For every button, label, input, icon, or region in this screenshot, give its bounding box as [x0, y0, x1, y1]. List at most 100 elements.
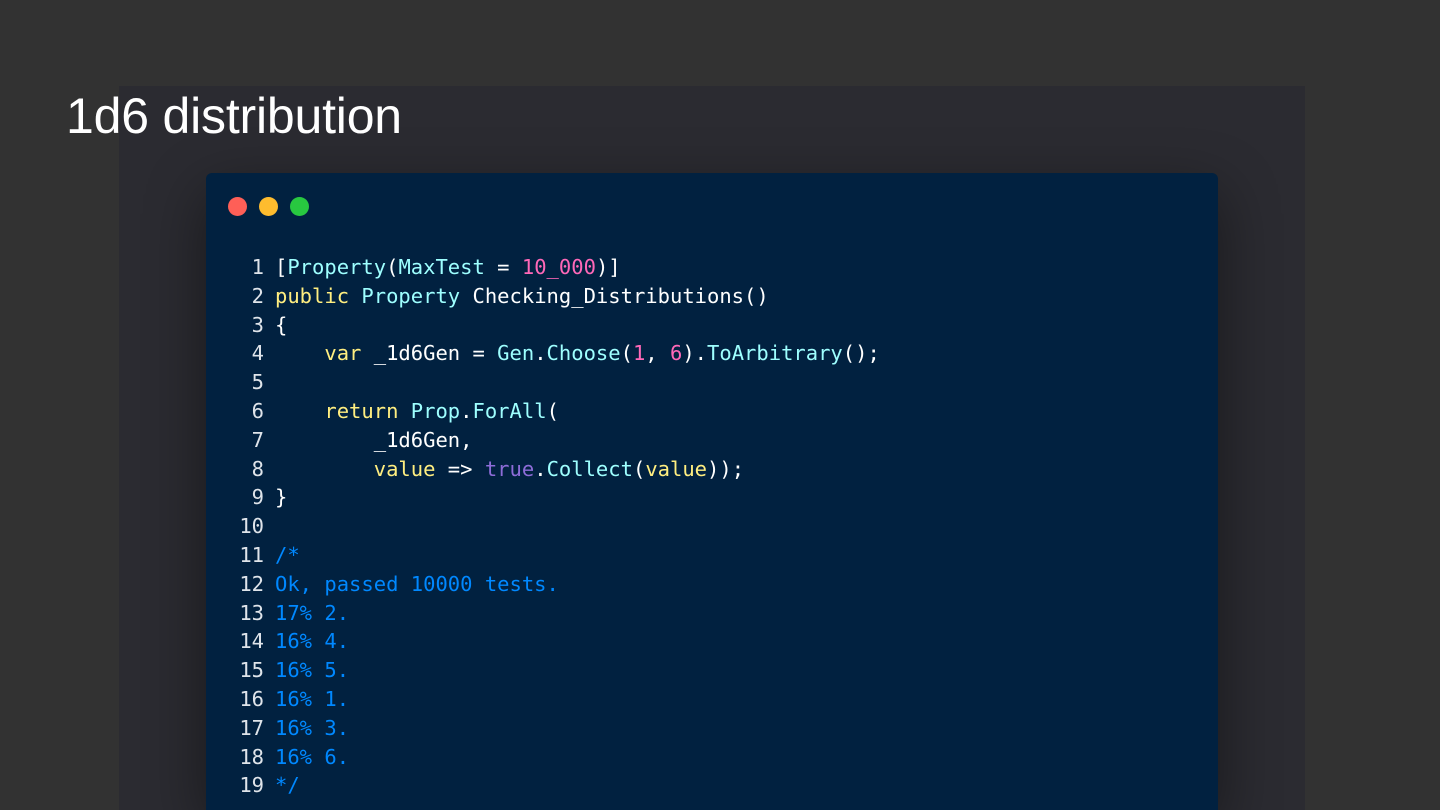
code-token: )); [707, 456, 745, 481]
code-token: true [484, 456, 535, 481]
code-line: 12 Ok, passed 10000 tests. [206, 570, 1218, 599]
code-token: . [534, 456, 547, 481]
code-token: 16% 5. [275, 658, 350, 683]
code-token: . [460, 398, 473, 423]
code-line: 4 var _1d6Gen = Gen.Choose(1, 6).ToArbit… [206, 339, 1218, 368]
code-text: /* [275, 541, 300, 570]
code-token: ForAll [472, 398, 547, 423]
close-dot-icon[interactable] [228, 197, 247, 216]
code-token: 16% 1. [275, 686, 350, 711]
code-text: [Property(MaxTest = 10_000)] [275, 253, 621, 282]
code-line: 8 value => true.Collect(value)); [206, 455, 1218, 484]
line-number: 5 [251, 370, 264, 395]
code-text: var _1d6Gen = Gen.Choose(1, 6).ToArbitra… [275, 339, 879, 368]
line-number: 8 [251, 456, 264, 481]
code-line: 17 16% 3. [206, 714, 1218, 743]
code-token: ToArbitrary [707, 341, 843, 366]
code-text: public Property Checking_Distributions() [275, 282, 769, 311]
code-token: var [324, 341, 362, 366]
code-token: )] [595, 255, 621, 279]
code-token: Ok, passed 10000 tests. [275, 571, 559, 596]
code-token: { [275, 312, 288, 337]
code-line: 2 public Property Checking_Distributions(… [206, 282, 1218, 311]
code-line: 14 16% 4. [206, 627, 1218, 656]
code-line: 19 */ [206, 771, 1218, 800]
code-text: 16% 5. [275, 656, 349, 685]
code-line: 11 /* [206, 541, 1218, 570]
code-token: } [275, 485, 288, 510]
code-token: 1 [632, 341, 646, 366]
code-token: => [435, 456, 485, 481]
maximize-dot-icon[interactable] [290, 197, 309, 216]
line-number: 18 [239, 744, 264, 769]
minimize-dot-icon[interactable] [259, 197, 278, 216]
code-line: 1 [Property(MaxTest = 10_000)] [206, 253, 1218, 282]
line-number: 9 [251, 485, 264, 510]
code-token: */ [275, 773, 300, 798]
code-token: 16% 4. [275, 629, 350, 654]
line-number: 1 [251, 255, 264, 279]
line-number: 19 [239, 773, 264, 798]
code-line: 18 16% 6. [206, 743, 1218, 772]
code-token: Property [361, 283, 461, 308]
code-line: 7 _1d6Gen, [206, 426, 1218, 455]
code-text: } [275, 483, 287, 512]
code-token: _1d6Gen, [275, 427, 473, 452]
code-line: 16 16% 1. [206, 685, 1218, 714]
code-token: [ [275, 255, 288, 279]
code-token: 10_000 [521, 255, 596, 279]
code-token: 17% 2. [275, 600, 350, 625]
code-text: Ok, passed 10000 tests. [275, 570, 559, 599]
code-token: Checking_Distributions() [460, 283, 769, 308]
line-number: 4 [251, 341, 264, 366]
code-text: value => true.Collect(value)); [275, 455, 744, 484]
code-token: ( [620, 341, 633, 366]
code-token: MaxTest [398, 255, 485, 279]
line-number: 2 [251, 283, 264, 308]
code-token: 16% 3. [275, 715, 350, 740]
code-token: ( [546, 398, 559, 423]
code-line: 6 return Prop.ForAll( [206, 397, 1218, 426]
line-number: 10 [239, 514, 264, 539]
code-text: 16% 1. [275, 685, 349, 714]
code-token: value [373, 456, 436, 481]
line-number: 15 [239, 658, 264, 683]
slide-title: 1d6 distribution [66, 88, 402, 144]
code-block: 1 [Property(MaxTest = 10_000)] 2 public Pro… [206, 253, 1218, 800]
slide: 1d6 distribution 1 [Property(MaxTest = 10… [0, 0, 1440, 810]
line-number: 6 [251, 398, 264, 423]
code-text: { [275, 311, 287, 340]
line-number: 17 [239, 715, 264, 740]
code-token: ( [632, 456, 646, 481]
line-number: 11 [239, 542, 264, 567]
line-number: 14 [239, 629, 264, 654]
line-number: 12 [239, 571, 264, 596]
code-token: /* [275, 542, 300, 567]
code-token: _1d6Gen = [361, 341, 498, 366]
code-line: 5 [206, 368, 1218, 397]
line-number: 16 [239, 686, 264, 711]
line-number: 3 [251, 312, 264, 337]
line-number: 7 [251, 427, 264, 452]
code-token: 16% 6. [275, 744, 350, 769]
code-token: 6 [669, 341, 683, 366]
code-text: 17% 2. [275, 599, 349, 628]
code-line: 10 [206, 512, 1218, 541]
code-token: public [275, 283, 350, 308]
code-text: 16% 4. [275, 627, 349, 656]
code-window: 1 [Property(MaxTest = 10_000)] 2 public Pro… [206, 173, 1218, 810]
code-token: Choose [546, 341, 621, 366]
code-token: ( [386, 255, 399, 279]
code-token: return [324, 398, 399, 423]
code-line: 15 16% 5. [206, 656, 1218, 685]
code-text: return Prop.ForAll( [275, 397, 559, 426]
code-token: Gen [497, 341, 535, 366]
code-token: . [534, 341, 547, 366]
line-number: 13 [239, 600, 264, 625]
code-text: */ [275, 771, 300, 800]
code-token: Collect [546, 456, 633, 481]
